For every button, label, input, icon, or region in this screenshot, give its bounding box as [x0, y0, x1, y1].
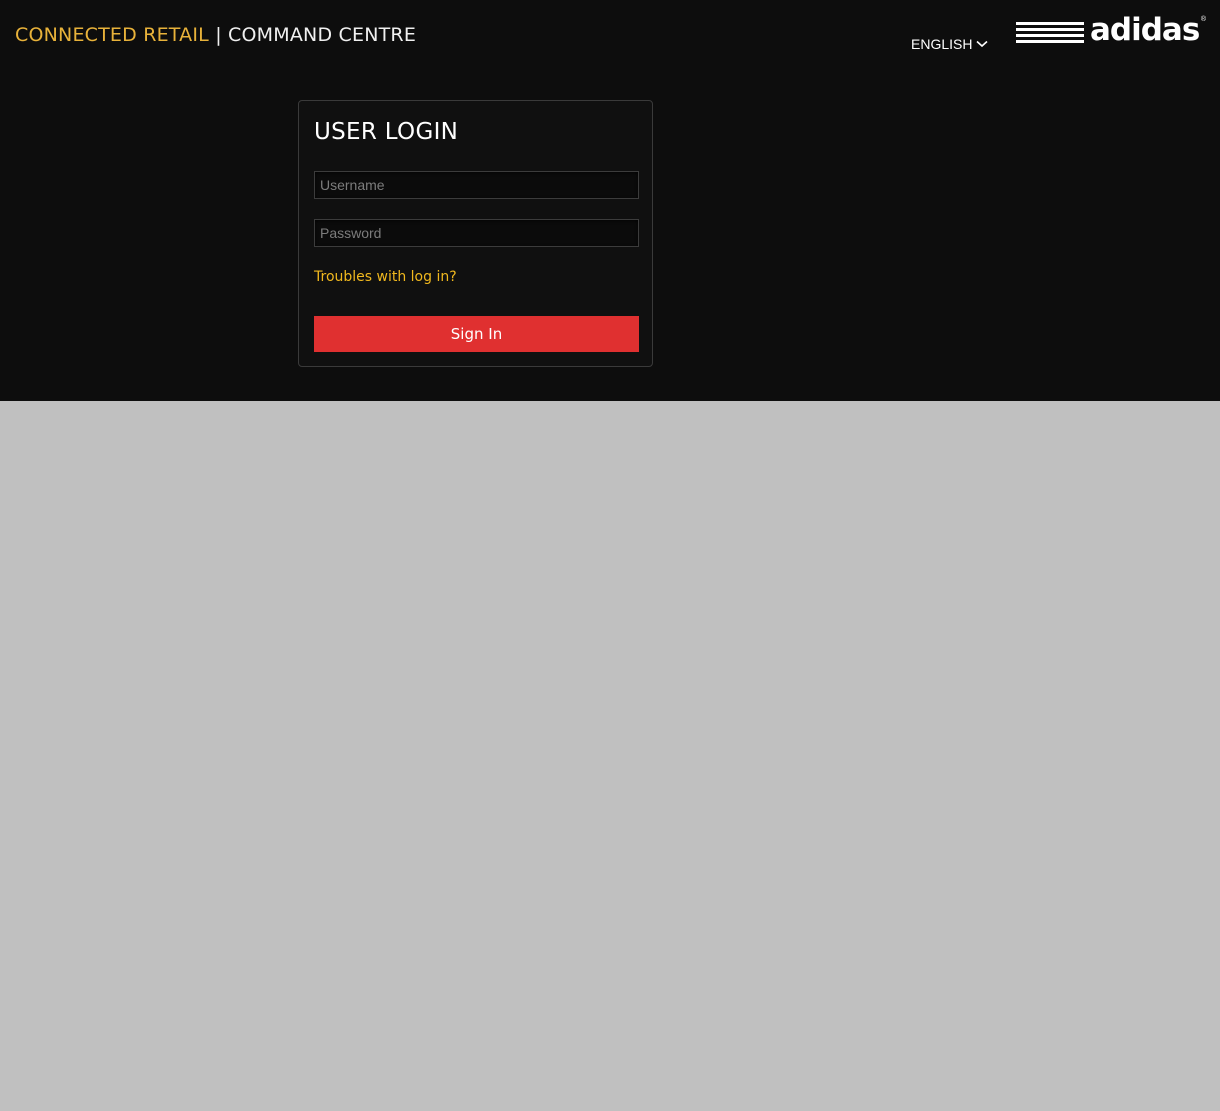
language-selector[interactable]: ENGLISH: [911, 34, 989, 54]
app-title-separator: |: [215, 24, 222, 46]
sign-in-button[interactable]: Sign In: [314, 316, 639, 352]
login-heading: USER LOGIN: [314, 119, 459, 145]
app-title-accent: CONNECTED RETAIL: [15, 24, 209, 46]
adidas-logo: adidas ®: [1016, 12, 1206, 48]
login-panel: USER LOGIN Troubles with log in? Sign In: [298, 100, 653, 367]
username-input[interactable]: [314, 171, 639, 199]
logo-registered-mark: ®: [1200, 16, 1206, 23]
chevron-down-icon: [976, 40, 989, 48]
troubles-login-link[interactable]: Troubles with log in?: [314, 268, 457, 286]
top-banner: CONNECTED RETAIL | COMMAND CENTRE ENGLIS…: [0, 0, 1220, 401]
language-label: ENGLISH: [911, 36, 973, 52]
app-title-rest: COMMAND CENTRE: [228, 24, 417, 46]
logo-wordmark: adidas: [1090, 12, 1200, 48]
app-title: CONNECTED RETAIL | COMMAND CENTRE: [15, 22, 416, 48]
password-input[interactable]: [314, 219, 639, 247]
three-stripes-icon: [1016, 22, 1084, 44]
